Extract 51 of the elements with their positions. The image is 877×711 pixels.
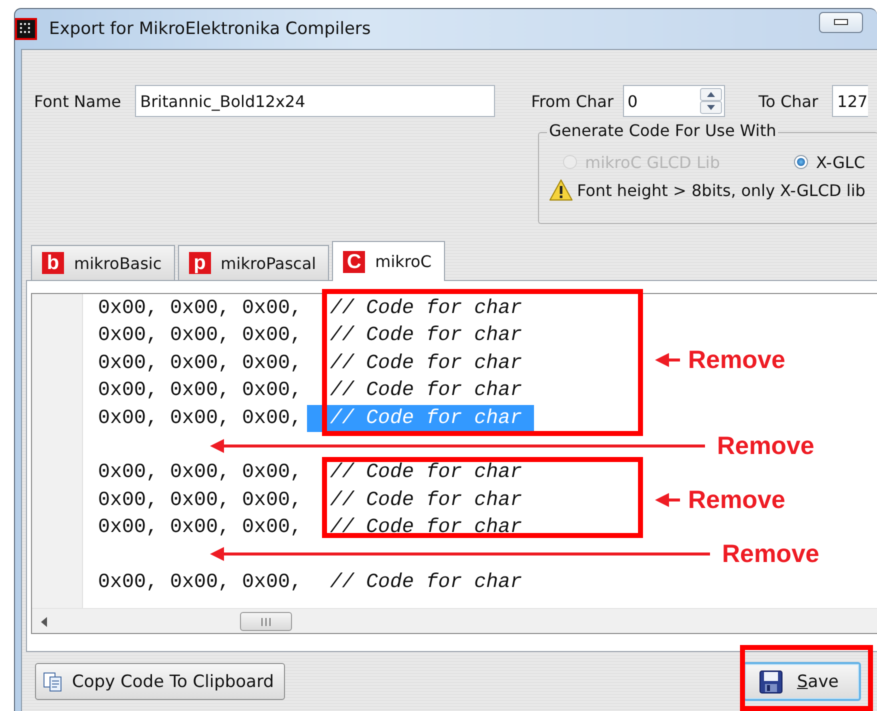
annotation-label: Remove [722, 540, 820, 568]
warning-icon [549, 179, 573, 201]
code-comment: // Code for char [307, 404, 534, 432]
save-button[interactable]: Save [743, 662, 861, 701]
copy-button[interactable]: Copy Code To Clipboard [35, 663, 285, 700]
tab[interactable]: b mikroBasic [31, 245, 175, 280]
tab[interactable]: p mikroPascal [178, 245, 330, 280]
code-comment: // Code for char [330, 515, 524, 542]
annotation-label: Remove [688, 486, 786, 514]
radio-label[interactable]: X-GLC [816, 152, 865, 172]
code-text: 0x00, 0x00, 0x00, [98, 350, 302, 377]
code-text: 0x00, 0x00, 0x00, [98, 515, 302, 542]
scroll-left-icon[interactable] [40, 616, 48, 626]
field-label: From Char [531, 92, 614, 110]
code-comment: // Code for char [330, 570, 524, 596]
minimize-button[interactable] [819, 12, 863, 32]
grip-icon [261, 618, 271, 626]
code-text: 0x00, 0x00, 0x00, [98, 488, 302, 514]
code-comment: // Code for char [330, 378, 524, 404]
code-text: 0x00, 0x00, 0x00, [98, 323, 302, 350]
scrollbar-thumb[interactable] [240, 612, 292, 631]
field-label: Font Name [34, 92, 122, 110]
annotation-arrow [655, 493, 680, 507]
annotation-label: Remove [688, 346, 786, 374]
font-name-field[interactable]: Britannic_Bold12x24 [135, 85, 496, 117]
code-comment: // Code for char [330, 460, 524, 486]
code-text: 0x00, 0x00, 0x00, [98, 296, 302, 322]
tab[interactable]: C mikroC [332, 241, 445, 281]
tab-logo: b [42, 252, 64, 274]
code-text: 0x00, 0x00, 0x00, [98, 460, 302, 486]
tab-logo: p [188, 252, 211, 274]
field-label: To Char [758, 92, 818, 110]
group-title: Generate Code For Use With [547, 121, 778, 140]
code-text: 0x00, 0x00, 0x00, [98, 406, 302, 432]
radio-button[interactable] [794, 155, 808, 169]
warning-message: Font height > 8bits, only X-GLCD lib [577, 180, 866, 200]
annotation-label: Remove [717, 432, 814, 460]
app-icon [15, 18, 37, 40]
window-title: Export for MikroElektronika Compilers [49, 19, 372, 39]
code-comment: // Code for char [330, 296, 524, 322]
copy-icon [42, 670, 64, 692]
code-comment: // Code for char [330, 323, 524, 350]
horizontal-scrollbar[interactable] [32, 608, 877, 633]
spinner-arrows-icon[interactable] [700, 88, 722, 114]
code-comment: // Code for char [330, 488, 524, 514]
tab-logo: C [343, 250, 366, 272]
code-text: 0x00, 0x00, 0x00, [98, 570, 302, 596]
code-comment: // Code for char [330, 350, 524, 377]
to-char-field[interactable]: 127 [832, 85, 868, 117]
annotation-arrow [655, 353, 680, 367]
code-text: 0x00, 0x00, 0x00, [98, 378, 302, 404]
